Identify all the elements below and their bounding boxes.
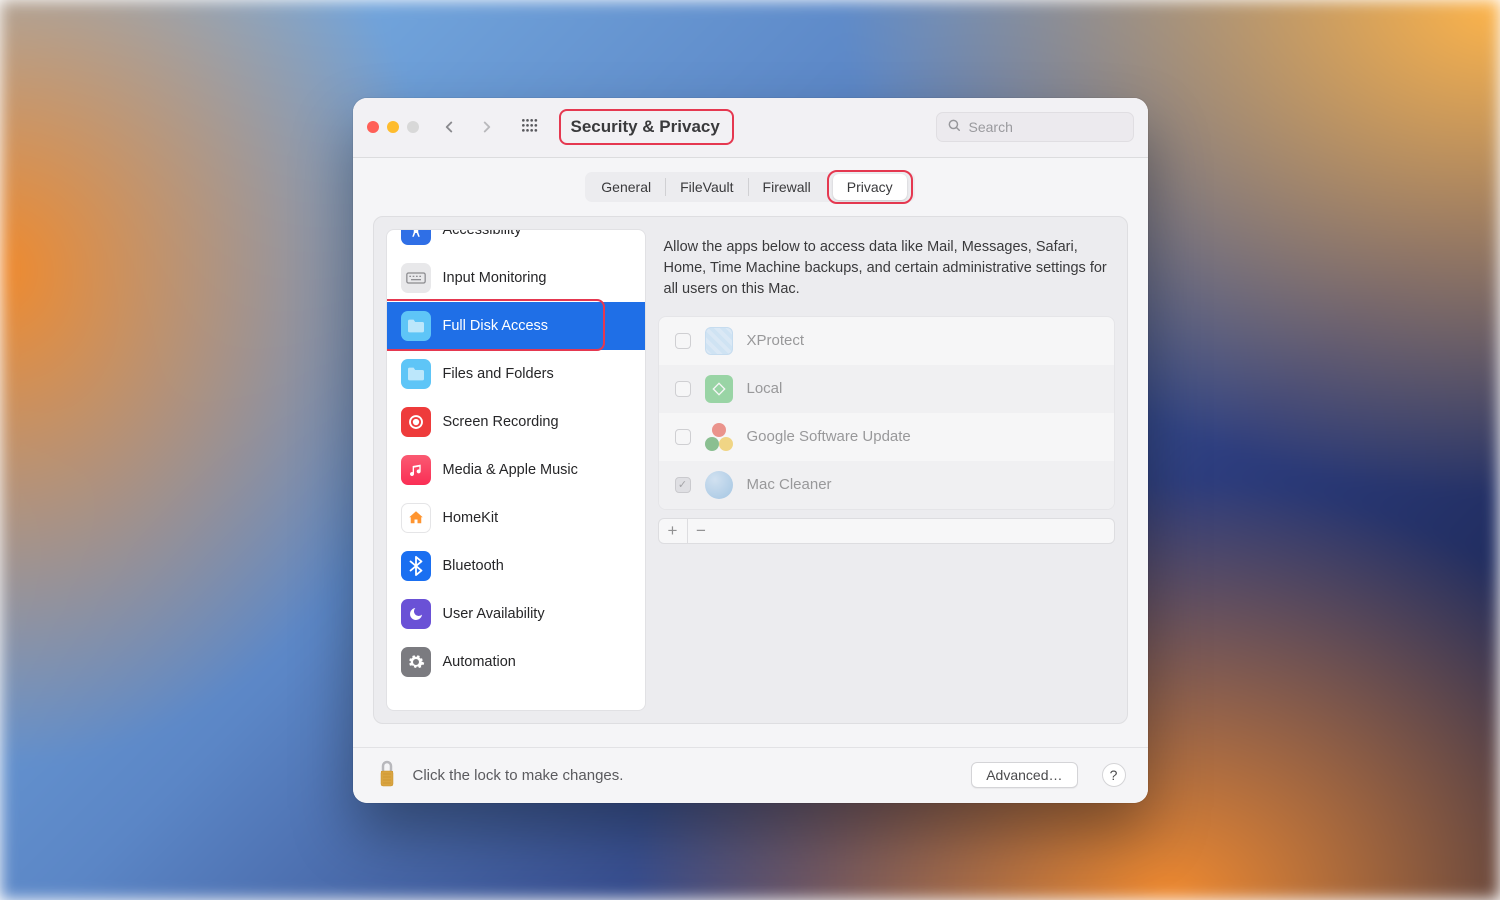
tab-general[interactable]: General [587,174,665,200]
moon-icon [401,599,431,629]
sidebar-item-label: Input Monitoring [443,270,547,286]
sidebar-item-label: Screen Recording [443,414,559,430]
sidebar-item-files-and-folders[interactable]: Files and Folders [387,350,645,398]
app-icon [705,471,733,499]
sidebar-item-label: User Availability [443,606,545,622]
tab-bar: General FileVault Firewall Privacy [353,158,1148,210]
permission-checkbox[interactable] [675,333,691,349]
content-pane: Accessibility Input Monitoring Full Disk… [373,216,1128,724]
sidebar-item-label: Full Disk Access [443,318,549,334]
tab-label: Privacy [847,179,893,195]
sidebar-item-label: Bluetooth [443,558,504,574]
forward-button[interactable] [473,113,501,141]
app-icon [705,375,733,403]
app-name: Local [747,380,783,397]
close-button[interactable] [367,121,379,133]
titlebar: Security & Privacy [353,98,1148,158]
sidebar-item-label: Accessibility [443,229,522,238]
sidebar-item-user-availability[interactable]: User Availability [387,590,645,638]
tab-privacy[interactable]: Privacy [833,174,907,200]
sidebar-item-screen-recording[interactable]: Screen Recording [387,398,645,446]
zoom-button-disabled [407,121,419,133]
tab-annotation-highlight: Privacy [827,170,913,204]
sidebar-item-label: Files and Folders [443,366,554,382]
tab-label: General [601,179,651,195]
app-permission-list: XProtect Local Google Soft [658,316,1115,510]
sidebar-item-label: Media & Apple Music [443,462,578,478]
help-button[interactable]: ? [1102,763,1126,787]
window-controls [367,121,419,133]
home-icon [401,503,431,533]
lock-text: Click the lock to make changes. [413,767,624,784]
window-title: Security & Privacy [571,117,720,137]
app-row[interactable]: Google Software Update [659,413,1114,461]
footer: Click the lock to make changes. Advanced… [353,747,1148,803]
privacy-category-list[interactable]: Accessibility Input Monitoring Full Disk… [386,229,646,711]
advanced-button[interactable]: Advanced… [971,762,1077,788]
app-row[interactable]: Local [659,365,1114,413]
app-row[interactable]: Mac Cleaner [659,461,1114,509]
sidebar-item-label: Automation [443,654,516,670]
record-icon [401,407,431,437]
detail-description: Allow the apps below to access data like… [658,229,1115,316]
show-all-button[interactable] [517,114,543,140]
minimize-button[interactable] [387,121,399,133]
back-button[interactable] [435,113,463,141]
gear-icon [401,647,431,677]
folder-icon [401,311,431,341]
tab-label: FileVault [680,179,733,195]
add-remove-control: + − [658,518,1115,544]
permission-checkbox[interactable] [675,477,691,493]
sidebar-item-automation[interactable]: Automation [387,638,645,686]
permission-checkbox[interactable] [675,429,691,445]
app-icon [705,423,733,451]
add-button[interactable]: + [659,519,687,543]
sidebar-item-bluetooth[interactable]: Bluetooth [387,542,645,590]
remove-button[interactable]: − [687,519,715,543]
bluetooth-icon [401,551,431,581]
sidebar-item-input-monitoring[interactable]: Input Monitoring [387,254,645,302]
tab-firewall[interactable]: Firewall [749,174,825,200]
app-name: Google Software Update [747,428,911,445]
tab-label: Firewall [763,179,811,195]
search-input[interactable] [969,119,1123,135]
detail-pane: Allow the apps below to access data like… [658,229,1115,711]
app-row[interactable]: XProtect [659,317,1114,365]
app-name: XProtect [747,332,805,349]
permission-checkbox[interactable] [675,381,691,397]
system-preferences-window: Security & Privacy General FileVault Fir… [353,98,1148,803]
folder-icon [401,359,431,389]
keyboard-icon [401,263,431,293]
music-icon [401,455,431,485]
app-icon [705,327,733,355]
app-name: Mac Cleaner [747,476,832,493]
lock-icon[interactable] [375,758,399,793]
title-annotation-highlight: Security & Privacy [559,109,734,145]
sidebar-item-accessibility[interactable]: Accessibility [387,229,645,254]
tab-filevault[interactable]: FileVault [666,174,747,200]
search-icon [947,118,961,137]
sidebar-item-full-disk-access[interactable]: Full Disk Access [387,302,645,350]
sidebar-item-media-apple-music[interactable]: Media & Apple Music [387,446,645,494]
sidebar-item-label: HomeKit [443,510,499,526]
sidebar-item-homekit[interactable]: HomeKit [387,494,645,542]
search-field[interactable] [936,112,1134,142]
accessibility-icon [401,229,431,245]
